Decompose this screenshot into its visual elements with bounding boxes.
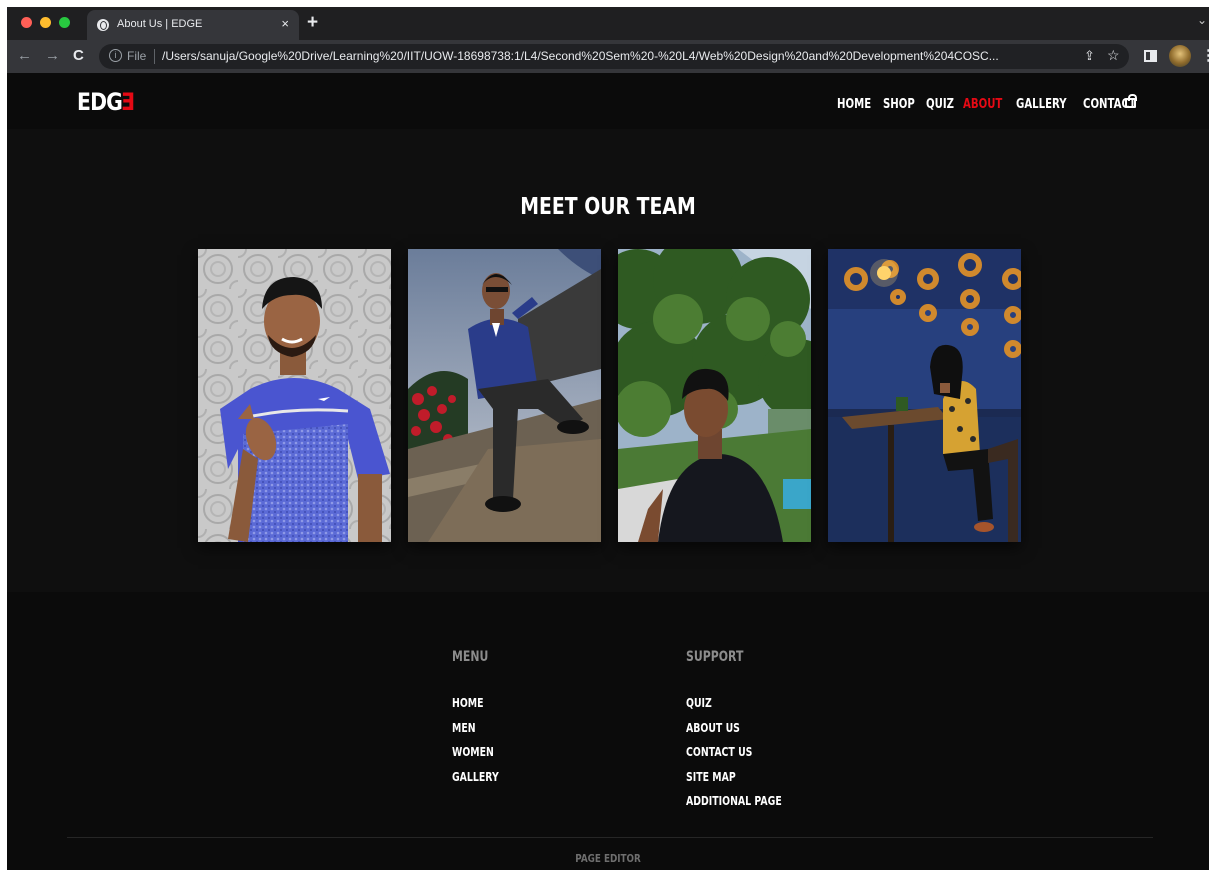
- share-icon[interactable]: ⇪: [1084, 48, 1095, 64]
- scheme-label: File: [127, 49, 147, 63]
- nav-about[interactable]: ABOUT: [963, 97, 1002, 112]
- omnibox-divider: [154, 49, 155, 64]
- side-panel-icon[interactable]: [1144, 50, 1157, 62]
- page-title: MEET OUR TEAM: [520, 194, 696, 220]
- footer-link-gallery[interactable]: GALLERY: [452, 770, 499, 795]
- footer-divider: [67, 837, 1153, 838]
- footer-link-quiz[interactable]: QUIZ: [686, 696, 782, 721]
- team-member-photo: [408, 249, 601, 542]
- tab-title: About Us | EDGE: [117, 18, 203, 30]
- forward-icon[interactable]: →: [45, 47, 60, 64]
- shopping-bag-icon[interactable]: [1125, 94, 1137, 108]
- team-member-photo: [618, 249, 811, 542]
- footer-menu-title: MENU: [452, 649, 489, 665]
- maximize-window-button[interactable]: [59, 17, 70, 28]
- footer-link-site-map[interactable]: SITE MAP: [686, 770, 782, 795]
- back-icon[interactable]: ←: [17, 47, 32, 64]
- info-icon[interactable]: i: [109, 49, 122, 62]
- footer-link-additional-page[interactable]: ADDITIONAL PAGE: [686, 794, 782, 819]
- page-editor-link[interactable]: PAGE EDITOR: [127, 852, 1089, 865]
- reload-icon[interactable]: C: [73, 47, 84, 64]
- nav-gallery[interactable]: GALLERY: [1016, 97, 1067, 112]
- close-window-button[interactable]: [21, 17, 32, 28]
- main-nav: HOME SHOP QUIZ ABOUT GALLERY CONTACT: [837, 97, 1140, 112]
- minimize-window-button[interactable]: [40, 17, 51, 28]
- team-member-photo: [198, 249, 391, 542]
- footer-support-list: QUIZ ABOUT US CONTACT US SITE MAP ADDITI…: [686, 696, 809, 819]
- web-page: EDGE HOME SHOP QUIZ ABOUT GALLERY CONTAC…: [7, 73, 1209, 870]
- tab-search-chevron-icon[interactable]: ⌄: [1197, 13, 1207, 27]
- globe-icon: [97, 19, 109, 31]
- nav-home[interactable]: HOME: [837, 97, 871, 112]
- footer-link-contact-us[interactable]: CONTACT US: [686, 745, 782, 770]
- bookmark-star-icon[interactable]: ☆: [1107, 47, 1120, 64]
- nav-quiz[interactable]: QUIZ: [926, 97, 954, 112]
- nav-shop[interactable]: SHOP: [883, 97, 915, 112]
- footer-link-home[interactable]: HOME: [452, 696, 499, 721]
- team-member-photo: [828, 249, 1021, 542]
- site-logo[interactable]: EDGE: [77, 88, 135, 116]
- footer-link-women[interactable]: WOMEN: [452, 745, 499, 770]
- profile-avatar[interactable]: [1169, 45, 1191, 67]
- browser-toolbar: ← → C i File /Users/sanuja/Google%20Driv…: [7, 40, 1209, 73]
- footer-support-title: SUPPORT: [686, 649, 744, 665]
- footer-link-men[interactable]: MEN: [452, 721, 499, 746]
- menu-kebab-icon[interactable]: ⋮: [1201, 46, 1209, 64]
- browser-tab[interactable]: About Us | EDGE ×: [87, 10, 299, 40]
- browser-window: About Us | EDGE × + ⌄ ← → C i File /User…: [7, 7, 1209, 870]
- tab-bar: About Us | EDGE × + ⌄: [7, 7, 1209, 40]
- address-bar[interactable]: i File /Users/sanuja/Google%20Drive/Lear…: [99, 44, 1129, 69]
- logo-accent-letter: E: [122, 88, 136, 116]
- site-footer: MENU HOME MEN WOMEN GALLERY SUPPORT QUIZ…: [7, 592, 1209, 870]
- team-section: MEET OUR TEAM: [7, 129, 1209, 592]
- close-tab-icon[interactable]: ×: [281, 16, 289, 31]
- site-header: EDGE HOME SHOP QUIZ ABOUT GALLERY CONTAC…: [7, 73, 1209, 129]
- footer-link-about-us[interactable]: ABOUT US: [686, 721, 782, 746]
- new-tab-button[interactable]: +: [307, 12, 318, 34]
- url-text[interactable]: /Users/sanuja/Google%20Drive/Learning%20…: [162, 49, 1077, 63]
- footer-menu-list: HOME MEN WOMEN GALLERY: [452, 696, 512, 794]
- logo-text: EDG: [77, 88, 123, 116]
